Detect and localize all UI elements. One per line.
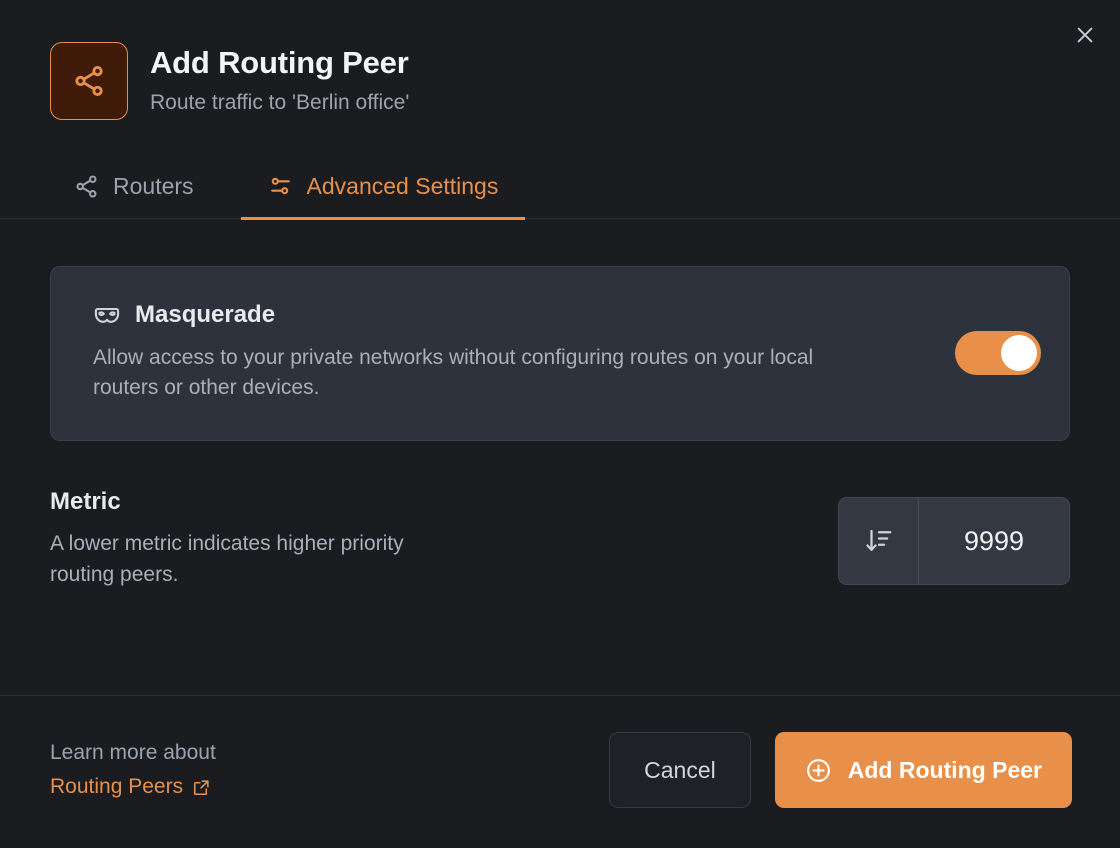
metric-text: Metric A lower metric indicates higher p… <box>50 488 450 590</box>
add-routing-peer-label: Add Routing Peer <box>847 756 1042 783</box>
masquerade-text: Masquerade Allow access to your private … <box>93 301 853 404</box>
cancel-button[interactable]: Cancel <box>609 732 751 808</box>
add-routing-peer-button[interactable]: Add Routing Peer <box>774 732 1072 808</box>
sliders-icon <box>270 177 290 195</box>
modal-footer: Learn more about Routing Peers Cancel Ad… <box>0 695 1120 848</box>
masquerade-description: Allow access to your private networks wi… <box>93 345 814 399</box>
plus-circle-icon <box>806 758 830 782</box>
tab-routers[interactable]: Routers <box>74 166 194 220</box>
metric-input-group[interactable]: 9999 <box>838 497 1070 585</box>
learn-more-block: Learn more about Routing Peers <box>50 739 216 802</box>
mask-icon <box>94 307 120 323</box>
modal-header: Add Routing Peer Route traffic to 'Berli… <box>0 0 1120 120</box>
page-subtitle: Route traffic to 'Berlin office' <box>150 91 410 115</box>
add-routing-peer-modal: Add Routing Peer Route traffic to 'Berli… <box>0 0 1120 848</box>
masquerade-title: Masquerade <box>135 301 276 329</box>
masquerade-title-row: Masquerade <box>93 301 853 330</box>
routing-peers-link-label: Routing Peers <box>50 775 184 798</box>
learn-more-text: Learn more about <box>50 740 216 764</box>
tab-advanced-settings[interactable]: Advanced Settings <box>240 166 526 220</box>
masquerade-toggle[interactable] <box>955 330 1041 375</box>
header-text: Add Routing Peer Route traffic to 'Berli… <box>150 42 409 115</box>
routing-peers-link[interactable]: Routing Peers <box>50 773 211 801</box>
close-icon <box>1077 27 1093 43</box>
header-icon-box <box>50 42 128 120</box>
close-button[interactable] <box>1068 18 1102 52</box>
tab-advanced-settings-label: Advanced Settings <box>306 173 499 199</box>
metric-section: Metric A lower metric indicates higher p… <box>50 488 1070 590</box>
page-title: Add Routing Peer <box>150 45 409 80</box>
footer-actions: Cancel Add Routing Peer <box>609 732 1072 808</box>
external-link-icon <box>194 780 209 795</box>
metric-description: A lower metric indicates higher priority… <box>50 532 404 586</box>
tab-routers-label: Routers <box>113 173 194 199</box>
modal-body: Masquerade Allow access to your private … <box>0 219 1120 695</box>
tab-bar: Routers Advanced Settings <box>0 166 1120 220</box>
toggle-knob <box>1001 334 1037 371</box>
share-nodes-icon <box>76 175 97 198</box>
metric-input[interactable]: 9999 <box>919 498 1069 584</box>
metric-icon-cell <box>839 498 919 584</box>
metric-title: Metric <box>50 488 121 515</box>
masquerade-card: Masquerade Allow access to your private … <box>50 266 1070 441</box>
share-nodes-icon <box>75 65 103 97</box>
sort-descending-icon <box>865 529 891 551</box>
